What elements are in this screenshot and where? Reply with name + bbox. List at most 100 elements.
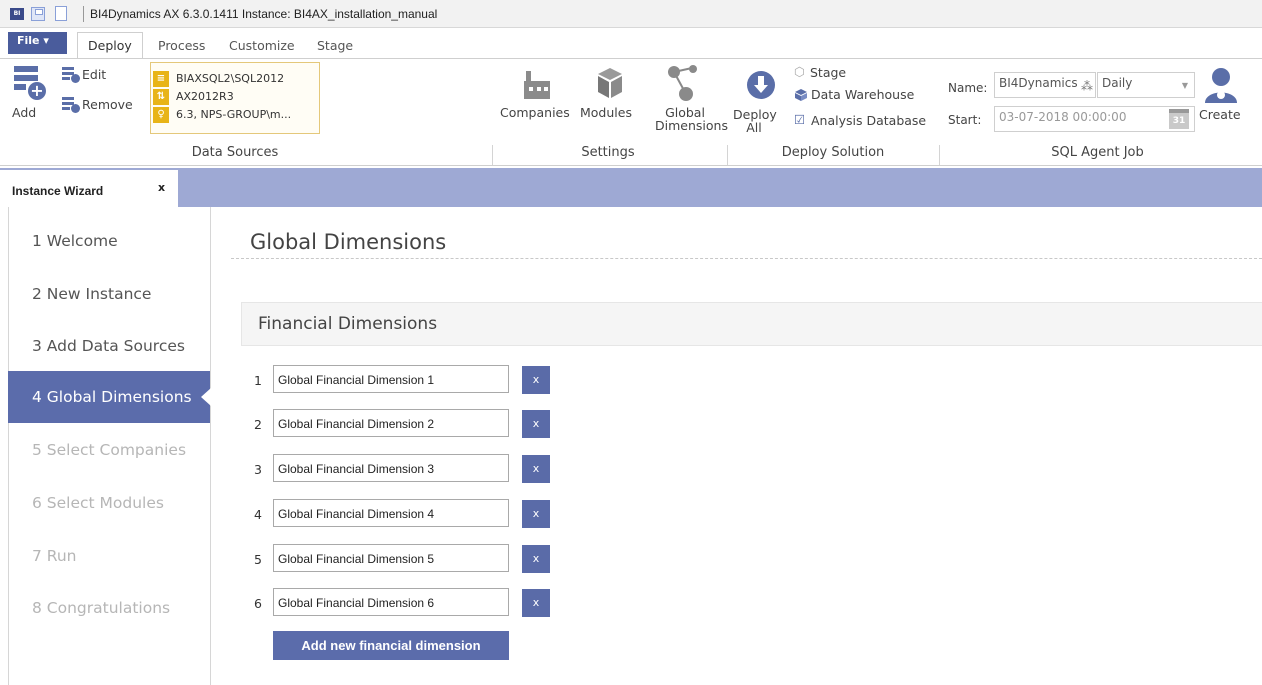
- remove-icon: [62, 97, 80, 113]
- schedule-select[interactable]: Daily ▼: [1097, 72, 1195, 98]
- remove-dimension-button[interactable]: x: [522, 500, 550, 528]
- title-bar: BI BI4Dynamics AX 6.3.0.1411 Instance: B…: [0, 0, 1262, 28]
- companies-icon[interactable]: [522, 67, 552, 101]
- data-warehouse-button[interactable]: Data Warehouse: [811, 87, 914, 102]
- data-source-label: 6.3, NPS-GROUP\m...: [176, 108, 292, 121]
- modules-icon[interactable]: [594, 66, 626, 100]
- tab-customize[interactable]: Customize: [229, 38, 295, 53]
- remove-dimension-button[interactable]: x: [522, 589, 550, 617]
- job-start-input[interactable]: 03-07-2018 00:00:00: [994, 106, 1195, 132]
- dimension-number: 2: [254, 417, 262, 432]
- wizard-step-select-companies: 5 Select Companies: [32, 441, 187, 459]
- analysis-database-button[interactable]: Analysis Database: [811, 113, 926, 128]
- dimension-row: 5 Global Financial Dimension 5 x: [254, 544, 564, 574]
- page-title: Global Dimensions: [250, 230, 447, 254]
- dimension-input[interactable]: Global Financial Dimension 4: [273, 499, 509, 527]
- group-label-sql-agent-job: SQL Agent Job: [1051, 145, 1144, 160]
- data-source-item[interactable]: ≡ BIAXSQL2\SQL2012: [151, 70, 319, 88]
- wizard-step-new-instance[interactable]: 2 New Instance: [8, 268, 210, 320]
- job-name-label: Name:: [948, 81, 988, 95]
- deploy-all-label-2: All: [746, 120, 762, 135]
- stage-button[interactable]: Stage: [810, 65, 846, 80]
- deploy-all-icon[interactable]: [746, 70, 776, 100]
- data-warehouse-icon: [795, 89, 807, 101]
- edit-icon: [62, 67, 80, 83]
- title-separator: [83, 6, 84, 22]
- dimension-input[interactable]: Global Financial Dimension 2: [273, 409, 509, 437]
- wizard-step-add-data-sources[interactable]: 3 Add Data Sources: [8, 320, 210, 372]
- dimension-input[interactable]: Global Financial Dimension 5: [273, 544, 509, 572]
- create-job-button[interactable]: Create: [1199, 108, 1241, 121]
- wizard-step-global-dimensions[interactable]: 4 Global Dimensions: [8, 371, 211, 423]
- dimension-input[interactable]: Global Financial Dimension 6: [273, 588, 509, 616]
- remove-dimension-button[interactable]: x: [522, 455, 550, 483]
- file-menu-button[interactable]: File ▾: [8, 32, 67, 54]
- window-title: BI4Dynamics AX 6.3.0.1411 Instance: BI4A…: [90, 7, 438, 21]
- new-document-icon[interactable]: [55, 6, 67, 21]
- data-source-item[interactable]: ⇅ AX2012R3: [151, 88, 319, 106]
- calendar-day: 31: [1172, 116, 1186, 126]
- add-financial-dimension-button[interactable]: Add new financial dimension: [273, 631, 509, 660]
- remove-dimension-button[interactable]: x: [522, 545, 550, 573]
- group-label-deploy: Deploy Solution: [781, 145, 885, 160]
- dimension-row: 4 Global Financial Dimension 4 x: [254, 499, 564, 529]
- add-data-source-icon[interactable]: +: [14, 66, 46, 100]
- global-dimensions-label-2: Dimensions: [655, 118, 728, 133]
- global-dimensions-icon[interactable]: [666, 64, 700, 102]
- wizard-step-congratulations: 8 Congratulations: [32, 599, 171, 617]
- close-icon[interactable]: x: [158, 181, 165, 194]
- chevron-down-icon: ▾: [43, 34, 49, 47]
- tab-process[interactable]: Process: [158, 38, 205, 53]
- schedule-value: Daily: [1102, 76, 1133, 90]
- data-source-label: AX2012R3: [176, 90, 234, 103]
- connection-icon: ♀: [153, 107, 169, 123]
- wizard-step-run: 7 Run: [32, 547, 77, 565]
- global-dimensions-button[interactable]: Global Dimensions: [655, 106, 728, 133]
- dimension-input[interactable]: Global Financial Dimension 1: [273, 365, 509, 393]
- title-divider: [231, 258, 1262, 259]
- dimension-number: 5: [254, 552, 262, 567]
- remove-button[interactable]: Remove: [82, 97, 133, 112]
- wizard-step-select-modules: 6 Select Modules: [32, 494, 164, 512]
- dimension-row: 6 Global Financial Dimension 6 x: [254, 588, 564, 618]
- save-icon[interactable]: [31, 7, 45, 21]
- section-title: Financial Dimensions: [258, 314, 438, 334]
- modules-button[interactable]: Modules: [580, 106, 632, 119]
- dimension-number: 6: [254, 596, 262, 611]
- dimension-number: 4: [254, 507, 262, 522]
- data-source-label: BIAXSQL2\SQL2012: [176, 72, 285, 85]
- document-tab-bar: [0, 168, 1262, 207]
- chevron-down-icon: ▼: [1181, 81, 1188, 90]
- schedule-icon: ⁂: [1081, 79, 1093, 93]
- tab-stage[interactable]: Stage: [317, 38, 353, 53]
- wizard-step-welcome[interactable]: 1 Welcome: [8, 215, 210, 267]
- job-start-label: Start:: [948, 113, 982, 127]
- stage-icon: ⬡: [794, 64, 805, 79]
- tab-deploy[interactable]: Deploy: [77, 32, 143, 59]
- job-start-value: 03-07-2018 00:00:00: [999, 110, 1127, 124]
- tab-instance-wizard-label: Instance Wizard: [12, 184, 104, 198]
- create-job-icon[interactable]: [1203, 67, 1239, 103]
- deploy-all-button[interactable]: Deploy All: [733, 108, 777, 135]
- data-source-list[interactable]: ≡ BIAXSQL2\SQL2012 ⇅ AX2012R3 ♀ 6.3, NPS…: [150, 62, 320, 134]
- dimension-row: 1 Global Financial Dimension 1 x: [254, 365, 564, 395]
- dimension-input[interactable]: Global Financial Dimension 3: [273, 454, 509, 482]
- edit-button[interactable]: Edit: [82, 67, 106, 82]
- group-label-settings: Settings: [581, 145, 635, 160]
- data-source-item[interactable]: ♀ 6.3, NPS-GROUP\m...: [151, 106, 319, 124]
- remove-dimension-button[interactable]: x: [522, 410, 550, 438]
- server-icon: ≡: [153, 71, 169, 87]
- group-label-data-sources: Data Sources: [191, 145, 279, 160]
- calendar-icon[interactable]: 31: [1169, 109, 1189, 129]
- remove-dimension-button[interactable]: x: [522, 366, 550, 394]
- app-logo-icon: BI: [10, 8, 24, 20]
- database-icon: ⇅: [153, 89, 169, 105]
- dimension-number: 3: [254, 462, 262, 477]
- dimension-number: 1: [254, 373, 262, 388]
- dimension-row: 2 Global Financial Dimension 2 x: [254, 409, 564, 439]
- file-menu-label: File: [17, 34, 40, 47]
- add-button[interactable]: Add: [12, 106, 36, 119]
- analysis-database-checkbox[interactable]: ☑: [794, 112, 805, 127]
- dimension-row: 3 Global Financial Dimension 3 x: [254, 454, 564, 484]
- companies-button[interactable]: Companies: [500, 106, 570, 119]
